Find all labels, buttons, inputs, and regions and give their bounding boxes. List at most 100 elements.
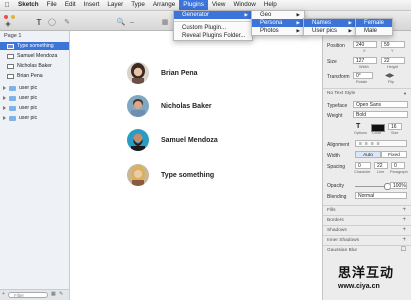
persona-row[interactable]: Brian Pena (127, 62, 198, 84)
menu-view[interactable]: View (208, 0, 230, 10)
menu-app[interactable]: Sketch (14, 0, 43, 10)
layer-item[interactable]: Brian Pena (0, 72, 69, 80)
font-size-field[interactable]: 16 (388, 123, 402, 130)
menu-item-reveal-plugins-folder[interactable]: Reveal Plugins Folder... (174, 32, 252, 40)
weight-select[interactable]: Bold (353, 111, 408, 118)
menu-insert[interactable]: Insert (80, 0, 104, 10)
borders-section[interactable]: Borders + (323, 215, 411, 224)
menu-file[interactable]: File (43, 0, 61, 10)
generator-submenu: Geo ▶ Persona ▶ Photos ▶ (251, 10, 305, 36)
submenu-arrow-icon: ▶ (296, 28, 300, 33)
add-fill-icon[interactable]: + (402, 206, 406, 215)
disclosure-triangle-icon[interactable] (3, 106, 6, 110)
group-icon[interactable]: ▦ (160, 17, 170, 28)
layer-item[interactable]: Samuel Mendoza (0, 52, 69, 60)
typeface-select[interactable]: Open Sans (353, 101, 408, 108)
add-shadow-icon[interactable]: + (402, 226, 406, 235)
opacity-slider-track[interactable] (355, 186, 387, 187)
layer-label: Type something (17, 43, 54, 49)
layer-group[interactable]: user pic (0, 84, 69, 92)
layer-label: user pic (19, 115, 38, 121)
menu-item-custom-plugin[interactable]: Custom Plugin... (174, 24, 252, 32)
menu-item-user-pics[interactable]: User pics ▶ (304, 27, 356, 35)
layer-group[interactable]: user pic (0, 114, 69, 122)
insert-add-icon[interactable]: + (2, 19, 14, 30)
zoom-out-icon[interactable]: – (128, 17, 136, 28)
menu-item-male[interactable]: Male (356, 27, 392, 35)
text-style-dropdown[interactable]: No Text Style ▼ (323, 88, 411, 98)
rotate-field[interactable]: 0° (353, 72, 373, 79)
size-sublabel: Size (391, 131, 399, 135)
fills-section[interactable]: Fills + (323, 205, 411, 214)
add-page-icon[interactable]: + (2, 291, 5, 297)
paragraph-spacing-field[interactable]: 0 (391, 162, 405, 169)
menu-type[interactable]: Type (127, 0, 149, 10)
menu-window[interactable]: Window (229, 0, 259, 10)
sidebar-footer: + Filter ▦ ✎ (0, 289, 69, 300)
width-auto-button[interactable]: Auto (355, 151, 381, 158)
menu-arrange[interactable]: Arrange (149, 0, 179, 10)
layer-item[interactable]: Nicholas Baker (0, 62, 69, 70)
menu-item-female[interactable]: Female (356, 19, 392, 27)
apple-icon[interactable]:  (0, 2, 14, 9)
add-border-icon[interactable]: + (402, 216, 406, 225)
inner-shadows-section[interactable]: Inner Shadows + (323, 235, 411, 244)
shadows-section[interactable]: Shadows + (323, 225, 411, 234)
names-submenu: Female Male (355, 18, 393, 36)
width-fixed-button[interactable]: Fixed (381, 151, 407, 158)
folder-icon (9, 95, 16, 101)
text-tool-icon[interactable]: T (34, 17, 44, 28)
zoom-icon[interactable]: 🔍 (116, 17, 126, 28)
character-spacing-field[interactable]: 0 (355, 162, 371, 169)
persona-row[interactable]: Samuel Mendoza (127, 129, 218, 151)
text-options-icon[interactable]: T (356, 123, 360, 130)
persona-submenu: Names ▶ User pics ▶ (303, 18, 357, 36)
blending-select[interactable]: Normal (355, 192, 407, 199)
shadows-label: Shadows (327, 228, 347, 233)
persona-name: Type something (161, 171, 215, 179)
disclosure-triangle-icon[interactable] (3, 96, 6, 100)
persona-row[interactable]: Nicholas Baker (127, 95, 212, 117)
man-avatar (127, 95, 149, 117)
pen-tool-icon[interactable]: ✎ (62, 17, 72, 28)
layer-group[interactable]: user pic (0, 104, 69, 112)
menu-edit[interactable]: Edit (61, 0, 80, 10)
alignment-buttons[interactable]: ≡≡≡≡ (355, 140, 407, 147)
menu-item-geo[interactable]: Geo ▶ (252, 11, 304, 19)
gaussian-blur-section[interactable]: Gaussian Blur ☐ (323, 245, 411, 254)
toggle-blur-icon[interactable]: ☐ (401, 246, 406, 255)
page-label[interactable]: Page 1 (4, 33, 21, 39)
menu-item-generator[interactable]: Generator ▶ (174, 11, 252, 19)
color-sublabel: Color (372, 131, 382, 135)
line-spacing-field[interactable]: 22 (374, 162, 388, 169)
menu-layer[interactable]: Layer (103, 0, 127, 10)
edit-icon[interactable]: ✎ (59, 291, 63, 297)
position-y-field[interactable]: 59 (381, 41, 405, 48)
menu-plugins[interactable]: Plugins (179, 0, 208, 10)
character-sublabel: Character (354, 170, 371, 174)
submenu-arrow-icon: ▶ (348, 20, 352, 25)
disclosure-triangle-icon[interactable] (3, 86, 6, 90)
persona-row[interactable]: Type something (127, 164, 214, 186)
borders-label: Borders (327, 218, 344, 223)
menu-item-photos[interactable]: Photos ▶ (252, 27, 304, 35)
width-field[interactable]: 127 (353, 57, 377, 64)
menu-item-names[interactable]: Names ▶ (304, 19, 356, 27)
layers-filter-icon[interactable]: ▦ (51, 291, 56, 297)
height-field[interactable]: 22 (381, 57, 405, 64)
flip-horizontal-icon[interactable]: ◀▶ (385, 72, 394, 79)
layer-group[interactable]: user pic (0, 94, 69, 102)
position-x-field[interactable]: 240 (353, 41, 377, 48)
menu-item-persona[interactable]: Persona ▶ (252, 19, 304, 27)
watermark: 思洋互动 www.ciya.cn (338, 262, 408, 296)
text-layer-icon (7, 63, 14, 69)
shape-tool-icon[interactable]: ◯ (47, 17, 57, 28)
filter-input[interactable]: Filter (8, 292, 48, 298)
menu-help[interactable]: Help (260, 0, 281, 10)
menu-item-label: Generator (182, 12, 210, 18)
canvas[interactable]: Brian Pena Nicholas Baker Samuel Mendoza… (70, 31, 321, 300)
layer-item[interactable]: Type something (0, 42, 69, 50)
disclosure-triangle-icon[interactable] (3, 116, 6, 120)
opacity-field[interactable]: 100% (390, 182, 407, 189)
add-inner-shadow-icon[interactable]: + (402, 236, 406, 245)
